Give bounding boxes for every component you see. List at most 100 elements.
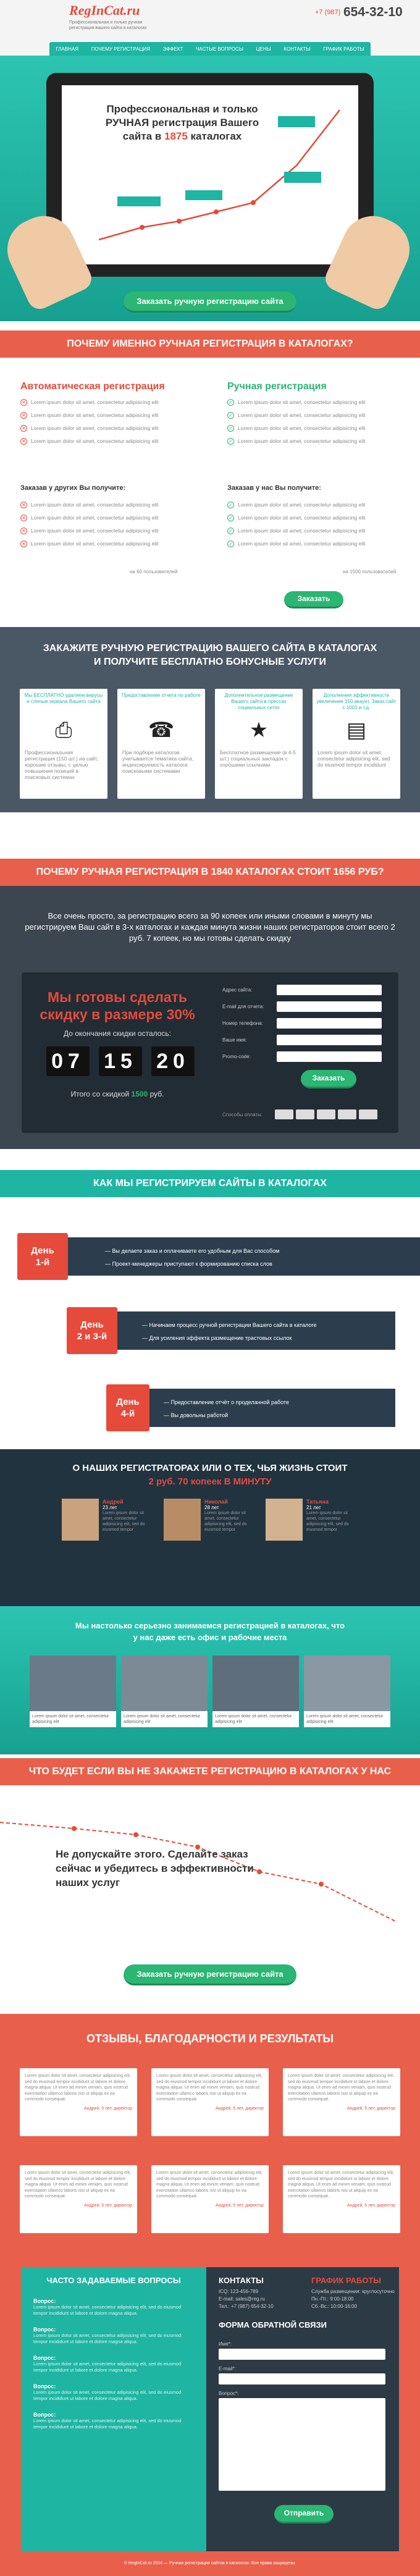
feedback-email-input[interactable] [219,2373,385,2384]
footer-panel: ЧАСТО ЗАДАВАЕМЫЕ ВОПРОСЫ Вопрос: Lorem ip… [21,2267,399,2551]
phone-number[interactable]: 654-32-10 [343,5,403,20]
member-text: Lorem ipsum dolor sit amet, consectetur … [204,1511,247,1532]
list-item: ✓ Lorem ipsum dolor sit amet, consectetur… [227,537,406,550]
list-item: ✓ Lorem ipsum dolor sit amet, consectetur… [227,435,406,448]
nav-item-faq[interactable]: ЧАСТЫЕ ВОПРОСЫ [196,46,243,52]
send-button[interactable]: Отправить [274,2505,334,2523]
promo-code-input[interactable] [277,1051,382,1062]
bonus-card-text: Профессиональная регистрация (150 шт.) н… [25,749,98,780]
feedback-title: ФОРМА ОБРАТНОЙ СВЯЗИ [219,2320,327,2330]
risk-cta-button[interactable]: Заказать ручную регистрацию сайта [124,1964,296,1985]
nav-item-contacts[interactable]: КОНТАКТЫ [284,46,310,52]
nav-item-prices[interactable]: ЦЕНЫ [256,46,271,52]
office-title: Мы настолько серьезно занимаемся регистр… [75,1621,345,1642]
compare-order-button[interactable]: Заказать [284,591,343,608]
day-4-badge: День 4-й [106,1384,149,1431]
review-card: Lorem ipsum dolor sit amet, consectetur … [151,2068,269,2136]
feedback-message-textarea[interactable] [219,2398,385,2491]
check-icon: ✓ [227,528,234,535]
review-card: Lorem ipsum dolor sit amet, consectetur … [20,2068,137,2136]
cross-icon: ✕ [20,425,27,432]
avatar [266,1499,303,1541]
hero-cta-button[interactable]: Заказать ручную регистрацию сайта [124,292,296,313]
office-photo [121,1656,208,1711]
cross-icon: ✕ [20,528,27,535]
bonus-card-head: Дополнения эффективности увеличения 150 … [316,692,397,710]
list-item: ✓ Lorem ipsum dolor sit amet, consectetur… [227,524,406,537]
team-member: Николай 28 лет Lorem ipsum dolor sit amet,… [164,1499,256,1548]
step-lines: — Начинаем процесс ручной регистрации Ва… [142,1322,317,1341]
bonus-card-text: При подборе каталогов учитывается темати… [122,749,194,774]
office-photo-item: Lorem ipsum dolor sit amet, consectetur … [212,1656,299,1727]
countdown: 07 15 20 [46,1046,195,1076]
form-row: Promo-code: [222,1051,389,1068]
phone-input[interactable] [277,1018,382,1029]
schedule-list: Служба размещения: круглосуточно Пн.-Пт.:… [311,2289,395,2309]
left-subtitle: Заказав у других Вы получите: [20,484,126,492]
right-note: на 1500 пользователей [343,569,397,575]
bonus-card: Дополнительное размещение Вашего сайта в… [215,689,303,799]
list-item: ✕ Lorem ipsum dolor sit amet, consectetur… [20,435,200,448]
list-item: ✕ Lorem ipsum dolor sit amet, consectetur… [20,422,200,435]
office-photo-item: Lorem ipsum dolor sit amet, consectetur … [30,1656,116,1727]
reviews-section: ОТЗЫВЫ, БЛАГОДАРНОСТИ И РЕЗУЛЬТАТЫ Lorem… [0,2014,420,2255]
faq-item[interactable]: Вопрос: Lorem ipsum dolor sit amet, conse… [33,2383,196,2402]
team-members: Андрей 23 лет Lorem ipsum dolor sit amet, … [62,1499,358,1548]
faq-title: ЧАСТО ЗАДАВАЕМЫЕ ВОПРОСЫ [46,2276,181,2285]
check-icon: ✓ [227,399,234,406]
tagline: Профессиональная и только ручная регистр… [69,20,147,30]
faq-list: Вопрос: Lorem ipsum dolor sit amet, conse… [33,2298,196,2440]
day-2-3-badge: День 2 и 3-й [67,1307,117,1354]
document-icon: ▤ [346,718,367,742]
countdown-label: До окончания скидки осталось: [63,1029,172,1038]
nav-item-effect[interactable]: ЭФФЕКТ [163,46,183,52]
hero: Профессиональная и только РУЧНАЯ регистр… [0,56,420,321]
member-name: Николай [204,1499,228,1505]
check-icon: ✓ [227,502,234,509]
compare-banner: ПОЧЕМУ ИМЕННО РУЧНАЯ РЕГИСТРАЦИЯ В КАТАЛ… [0,330,420,358]
faq-item[interactable]: Вопрос: Lorem ipsum dolor sit amet, conse… [33,2412,196,2430]
nav-item-schedule[interactable]: ГРАФИК РАБОТЫ [323,46,364,52]
review-card: Lorem ipsum dolor sit amet, consectetur … [151,2165,269,2233]
form-row: Ваше имя: [222,1035,389,1051]
step-band: — Начинаем процесс ручной регистрации Ва… [93,1311,395,1350]
risk-text: Не допускайте этого. Сделайте заказ сейча… [56,1848,254,1888]
team-member: Татьяна 21 лет Lorem ipsum dolor sit amet,… [266,1499,358,1548]
faq-item[interactable]: Вопрос: Lorem ipsum dolor sit amet, conse… [33,2298,196,2317]
check-icon: ✓ [227,425,234,432]
office-photo [212,1656,299,1711]
countdown-hours: 07 [46,1046,90,1076]
site-url-input[interactable] [277,985,382,995]
cross-icon: ✕ [20,541,27,548]
countdown-seconds: 20 [151,1046,195,1076]
bonus-card-head: Мы БЕСПЛАТНО удаляем вирусы и слепые зер… [24,692,103,704]
nav-item-why[interactable]: ПОЧЕМУ РЕГИСТРАЦИЯ [91,46,150,52]
avatar [62,1499,99,1541]
discount-order-button[interactable]: Заказать [301,1070,356,1088]
name-input[interactable] [277,1035,382,1045]
review-card: Lorem ipsum dolor sit amet, consectetur … [283,2165,400,2233]
member-text: Lorem ipsum dolor sit amet, consectetur … [103,1511,145,1532]
fb-name-label: Имя*: [219,2341,232,2347]
report-email-input[interactable] [277,1001,382,1012]
payment-icon [338,1109,356,1119]
step-band: — Вы делаете заказ и оплачиваете его удо… [56,1237,420,1276]
member-age: 21 лет [306,1505,321,1510]
faq-item[interactable]: Вопрос: Lorem ipsum dolor sit amet, conse… [33,2326,196,2345]
faq-item[interactable]: Вопрос: Lorem ipsum dolor sit amet, conse… [33,2355,196,2373]
how-section: — Вы делаете заказ и оплачиваете его удо… [0,1197,420,1449]
star-icon: ★ [249,718,269,742]
list-item: ✕ Lorem ipsum dolor sit amet, consectetur… [20,499,200,511]
payment-icon [359,1109,377,1119]
review-card: Lorem ipsum dolor sit amet, consectetur … [283,2068,400,2136]
faq-column: ЧАСТО ЗАДАВАЕМЫЕ ВОПРОСЫ Вопрос: Lorem ip… [21,2267,206,2551]
contacts-list: ICQ: 123-456-789 E-mail: sales@reg.ru Тел.… [219,2289,274,2309]
schedule-title: ГРАФИК РАБОТЫ [311,2276,381,2285]
copyright: © RegInCat.ru 2014 — Ручная регистрация … [124,2561,296,2565]
cross-icon: ✕ [20,515,27,522]
nav-item-home[interactable]: ГЛАВНАЯ [56,46,78,52]
feedback-name-input[interactable] [219,2349,385,2360]
order-form: Адрес сайта: E-mail для отчета: Номер те… [222,985,389,1068]
logo[interactable]: RegInCat.ru [69,2,140,19]
form-row: Номер телефона: [222,1018,389,1035]
